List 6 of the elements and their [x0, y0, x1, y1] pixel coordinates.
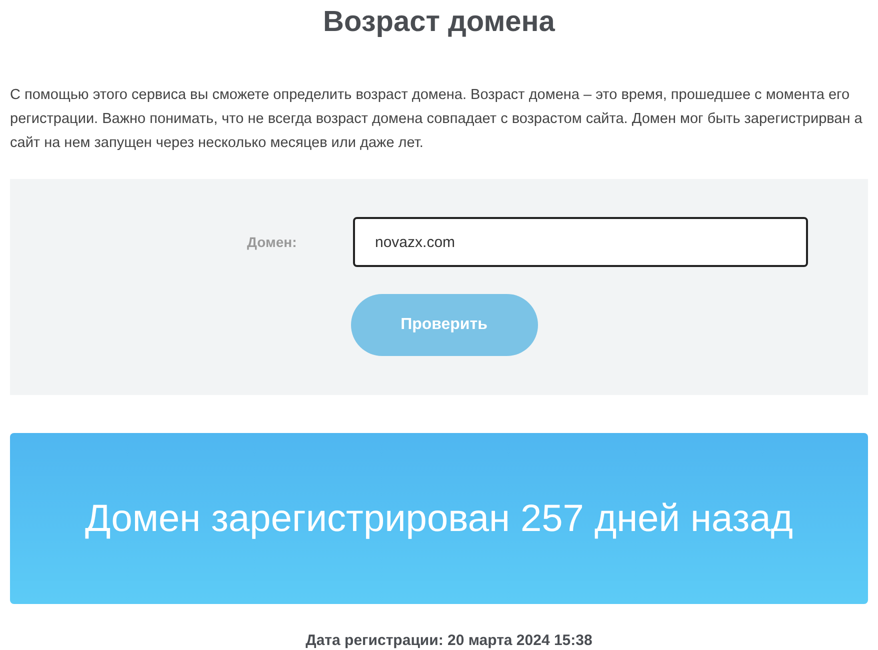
description-paragraph: С помощью этого сервиса вы сможете определить возраст домена. Возраст домена – это время, прошедшее с момента его регистрации. Важно понимать, что не всегда возраст домена совпадает с возрастом сайта. Домен мог быть зарегистрирван а сайт на нем запущен через несколько месяцев или даже лет. [10, 86, 864, 153]
domain-input[interactable]: novazx.com [353, 217, 808, 267]
result-message: Домен зарегистрирован 257 дней назад [84, 496, 794, 542]
page-title: Возраст домена [323, 5, 555, 40]
domain-label: Домен: [246, 232, 298, 252]
registration-date: Дата регистрации: 20 марта 2024 15:38 [306, 631, 592, 650]
